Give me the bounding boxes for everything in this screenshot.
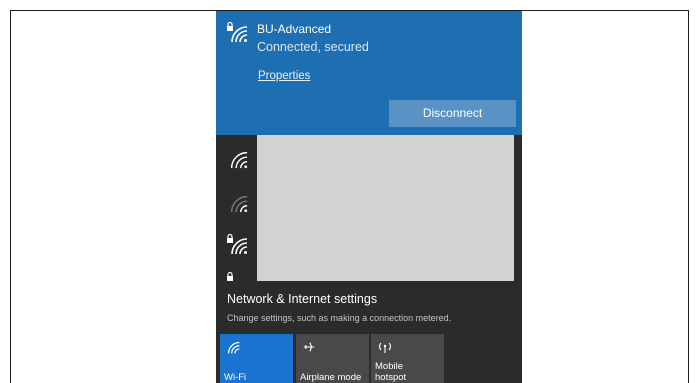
mobile-hotspot-tile[interactable]: Mobile hotspot	[371, 334, 444, 383]
tile-label: Airplane mode	[300, 372, 362, 383]
network-settings-link[interactable]: Network & Internet settings	[227, 292, 377, 306]
wifi-secured-icon	[226, 271, 248, 281]
redacted-network-names	[257, 135, 514, 281]
wifi-weak-icon	[228, 193, 248, 213]
wifi-secured-icon	[226, 233, 248, 255]
wifi-toggle-tile[interactable]: Wi-Fi	[220, 334, 293, 383]
tile-label: Wi-Fi	[224, 372, 247, 383]
wifi-secured-icon	[226, 21, 248, 43]
connected-network-item[interactable]: BU-Advanced Connected, secured Propertie…	[216, 11, 522, 135]
network-flyout: BU-Advanced Connected, secured Propertie…	[216, 11, 522, 383]
network-settings-description: Change settings, such as making a connec…	[227, 313, 452, 323]
properties-link[interactable]: Properties	[258, 70, 310, 82]
hotspot-icon	[377, 340, 393, 357]
wifi-icon	[228, 149, 248, 169]
airplane-mode-tile[interactable]: Airplane mode	[296, 334, 369, 383]
network-name: BU-Advanced	[257, 22, 332, 36]
disconnect-button[interactable]: Disconnect	[389, 100, 516, 127]
network-status: Connected, secured	[257, 40, 369, 54]
tile-label: Mobile hotspot	[375, 361, 407, 383]
airplane-icon	[302, 340, 316, 357]
wifi-icon	[226, 340, 240, 357]
